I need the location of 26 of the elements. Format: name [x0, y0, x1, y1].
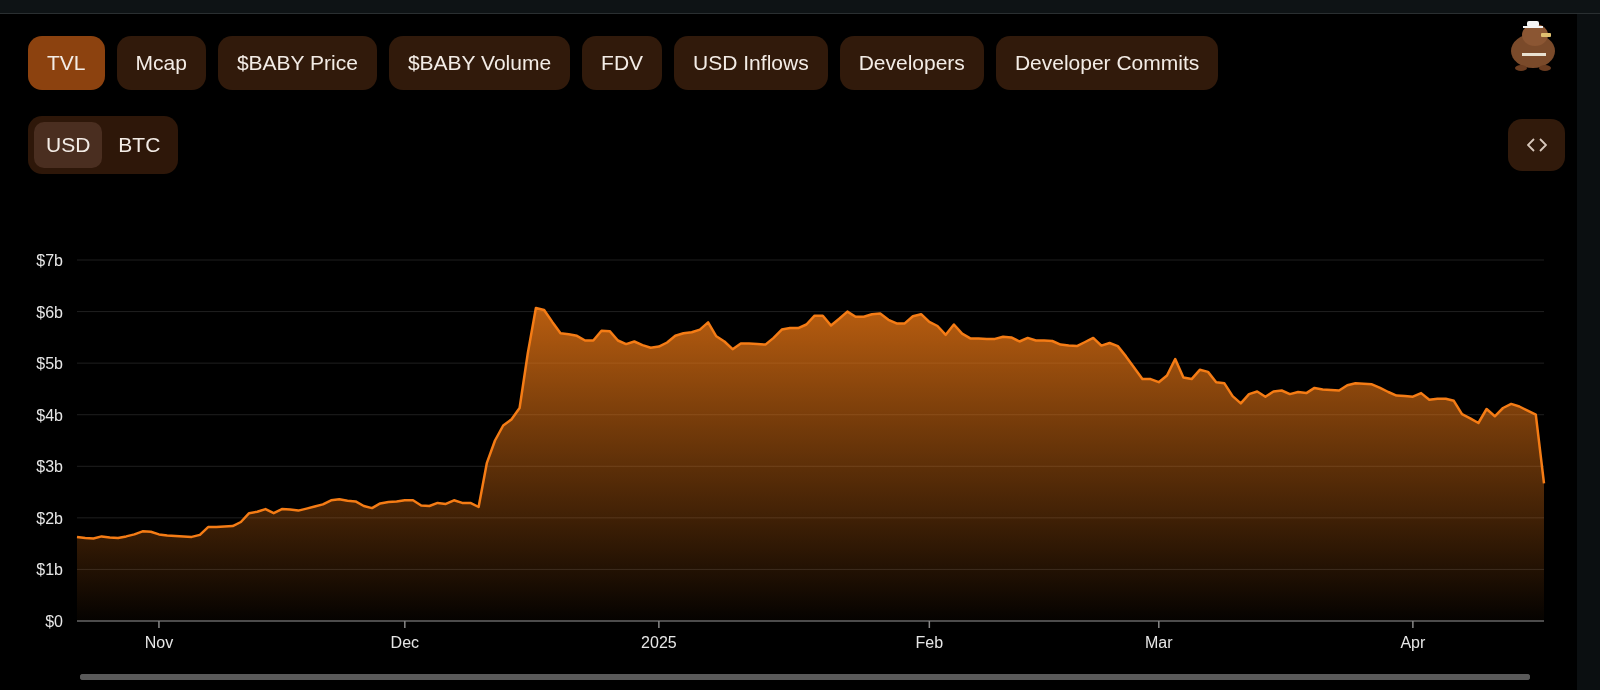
metric-tab[interactable]: Developer Commits	[995, 36, 1219, 90]
y-axis-label: $7b	[36, 252, 63, 269]
currency-option[interactable]: USD	[34, 122, 103, 168]
y-axis-label: $4b	[36, 406, 63, 424]
x-axis-label: Apr	[1400, 634, 1426, 651]
y-axis-label: $6b	[36, 303, 63, 321]
y-axis-label: $0	[45, 613, 63, 630]
metric-tab[interactable]: Mcap	[116, 36, 206, 90]
x-axis-label: Mar	[1145, 634, 1173, 651]
currency-option[interactable]: BTC	[106, 122, 173, 168]
metric-tab[interactable]: $BABY Price	[217, 36, 377, 90]
x-axis-label: Dec	[390, 634, 420, 651]
metric-tab[interactable]: $BABY Volume	[388, 36, 571, 90]
metric-tab[interactable]: FDV	[582, 36, 663, 90]
x-axis-label: 2025	[641, 634, 677, 651]
x-axis-label: Feb	[915, 634, 944, 651]
y-axis-label: $2b	[36, 509, 63, 527]
metric-tab[interactable]: USD Inflows	[674, 36, 828, 90]
y-axis-label: $1b	[36, 561, 63, 579]
code-icon	[1526, 138, 1547, 152]
metric-tab[interactable]: TVL	[28, 36, 105, 90]
embed-button[interactable]	[1508, 119, 1565, 171]
y-axis-label: $3b	[36, 458, 63, 476]
metric-tab[interactable]: Developers	[839, 36, 984, 90]
y-axis-label: $5b	[36, 355, 63, 373]
x-axis-label: Nov	[144, 634, 174, 651]
